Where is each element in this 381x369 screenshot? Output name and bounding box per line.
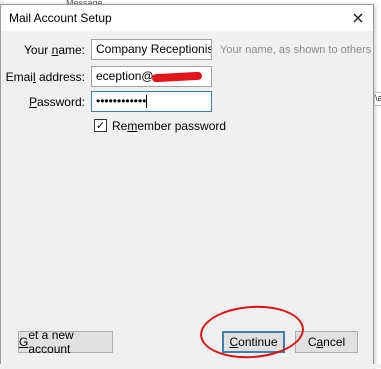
remember-password-checkbox[interactable]: ✓ (94, 119, 107, 132)
remember-password-label[interactable]: Remember password (112, 119, 226, 133)
your-name-field[interactable]: Company Receptionist (91, 39, 212, 60)
close-icon[interactable]: × (343, 5, 373, 30)
mail-account-setup-dialog: Mail Account Setup × Your name: Company … (0, 4, 374, 369)
email-address-label: Email address: (5, 70, 85, 84)
dialog-title: Mail Account Setup (9, 11, 112, 25)
background-strip (0, 364, 381, 368)
password-field[interactable]: •••••••••••• (91, 91, 212, 112)
title-bar: Mail Account Setup × (1, 5, 373, 31)
email-address-field[interactable]: eception@ (91, 66, 212, 87)
text-caret (146, 95, 148, 109)
redaction-mark (151, 71, 202, 83)
background-window-text: \a (374, 92, 381, 106)
password-label: Password: (28, 95, 85, 109)
your-name-label: Your name: (24, 43, 85, 57)
cancel-button[interactable]: Ca ncel (295, 331, 358, 353)
dialog-content: Your name: Company Receptionist Your nam… (1, 31, 373, 369)
get-new-account-button[interactable]: Get a new account (18, 328, 113, 356)
your-name-hint: Your name, as shown to others (220, 44, 372, 56)
